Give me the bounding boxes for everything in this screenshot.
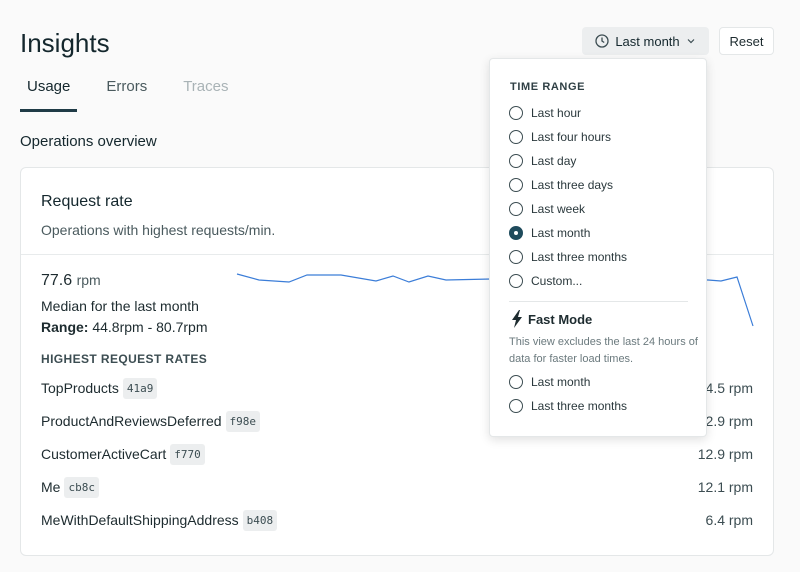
operation-name[interactable]: ProductAndReviewsDeferred bbox=[41, 413, 222, 429]
fast-mode-option[interactable]: Last month bbox=[509, 375, 590, 389]
time-range-option[interactable]: Custom... bbox=[509, 274, 582, 288]
tab-usage[interactable]: Usage bbox=[20, 76, 78, 112]
tab-errors[interactable]: Errors bbox=[99, 76, 154, 112]
operation-name[interactable]: MeWithDefaultShippingAddress bbox=[41, 512, 239, 528]
fast-mode-option[interactable]: Last three months bbox=[509, 399, 627, 413]
table-row[interactable]: Me cb8c 12.1 rpm bbox=[41, 476, 753, 498]
page-title: Insights bbox=[20, 28, 110, 58]
operation-rate: 12.9 rpm bbox=[697, 446, 753, 462]
operation-name[interactable]: TopProducts bbox=[41, 380, 119, 396]
time-range-option[interactable]: Last three months bbox=[509, 250, 627, 264]
radio-button[interactable] bbox=[509, 250, 523, 264]
clock-icon bbox=[595, 34, 609, 48]
fast-mode-title: Fast Mode bbox=[510, 310, 592, 328]
menu-heading: TIME RANGE bbox=[510, 81, 586, 93]
time-range-option[interactable]: Last month bbox=[509, 226, 590, 240]
time-range-label: Last month bbox=[615, 33, 680, 49]
radio-button[interactable] bbox=[509, 226, 523, 240]
menu-divider bbox=[509, 301, 688, 302]
radio-button[interactable] bbox=[509, 274, 523, 288]
time-range-option[interactable]: Last week bbox=[509, 202, 585, 216]
time-range-option[interactable]: Last three days bbox=[509, 178, 613, 192]
fast-mode-description: This view excludes the last 24 hours of … bbox=[509, 336, 698, 365]
list-header: HIGHEST REQUEST RATES bbox=[41, 352, 208, 366]
operation-id-badge: f98e bbox=[225, 410, 261, 432]
time-range-option[interactable]: Last four hours bbox=[509, 130, 611, 144]
time-range-button[interactable]: Last month bbox=[582, 27, 709, 55]
operation-name[interactable]: Me bbox=[41, 479, 60, 495]
tab-traces: Traces bbox=[183, 78, 229, 95]
tab-bar: Usage Errors Traces bbox=[20, 76, 258, 112]
time-range-option[interactable]: Last hour bbox=[509, 106, 581, 120]
radio-button[interactable] bbox=[509, 399, 523, 413]
radio-button[interactable] bbox=[509, 154, 523, 168]
radio-button[interactable] bbox=[509, 375, 523, 389]
operation-rate: 4.5 rpm bbox=[705, 380, 753, 396]
table-row[interactable]: MeWithDefaultShippingAddress b408 6.4 rpm bbox=[41, 509, 753, 531]
operation-rate: 12.1 rpm bbox=[697, 479, 753, 495]
radio-button[interactable] bbox=[509, 202, 523, 216]
operation-name[interactable]: CustomerActiveCart bbox=[41, 446, 166, 462]
operation-id-badge: cb8c bbox=[64, 476, 99, 498]
operation-rate: 6.4 rpm bbox=[705, 512, 753, 528]
radio-button[interactable] bbox=[509, 106, 523, 120]
operation-id-badge: 41a9 bbox=[122, 377, 158, 399]
time-range-dropdown: TIME RANGE Last hour Last four hours Last … bbox=[489, 58, 707, 437]
reset-button[interactable]: Reset bbox=[719, 27, 774, 55]
operation-rate: 2.9 rpm bbox=[705, 413, 753, 429]
section-title: Operations overview bbox=[20, 133, 157, 150]
radio-button[interactable] bbox=[509, 130, 523, 144]
time-range-option[interactable]: Last day bbox=[509, 154, 576, 168]
radio-button[interactable] bbox=[509, 178, 523, 192]
table-row[interactable]: CustomerActiveCart f770 12.9 rpm bbox=[41, 443, 753, 465]
chevron-down-icon bbox=[687, 39, 695, 44]
operation-id-badge: b408 bbox=[242, 509, 278, 531]
operation-id-badge: f770 bbox=[170, 443, 205, 465]
lightning-icon bbox=[512, 310, 522, 328]
